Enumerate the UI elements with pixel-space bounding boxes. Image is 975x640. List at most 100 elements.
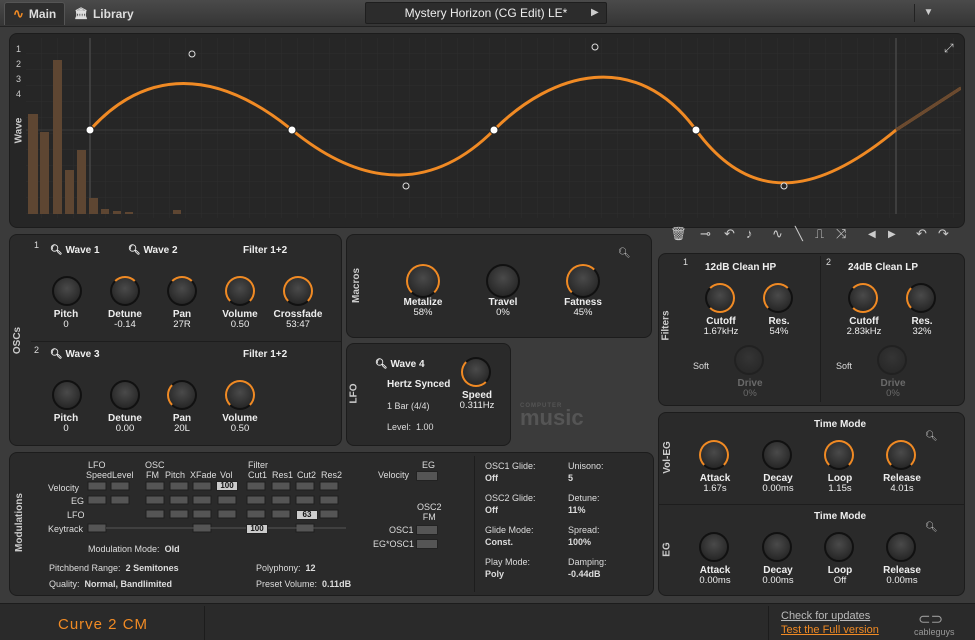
check-updates-link[interactable]: Check for updates — [781, 610, 870, 622]
eg-loop-knob-group[interactable] — [824, 532, 854, 562]
voleg-release-knob[interactable] — [886, 440, 916, 470]
preset-name-box[interactable]: Mystery Horizon (CG Edit) LE* — [365, 2, 607, 24]
eg-attack-knob-group[interactable] — [699, 532, 729, 562]
osc1-pitch-knob[interactable] — [52, 276, 82, 306]
lfo-speed-knob-group[interactable] — [461, 357, 491, 387]
filter2-soft[interactable]: Soft — [836, 361, 852, 371]
osc1-wave1-select[interactable]: 🔍︎ Wave 1 — [50, 245, 100, 256]
eg-decay-knob-group[interactable] — [762, 532, 792, 562]
preset-volume-row[interactable]: Preset Volume: 0.11dB — [256, 579, 351, 589]
filter2-res-knob-group[interactable] — [906, 283, 936, 313]
filter1-drive-knob[interactable] — [734, 345, 764, 375]
osc1-wave2-select[interactable]: 🔍︎ Wave 2 — [128, 245, 178, 256]
square-shape-icon[interactable]: ⎍ — [815, 226, 824, 242]
voleg-loop-knob-group[interactable] — [824, 440, 854, 470]
full-version-link[interactable]: Test the Full version — [781, 624, 879, 636]
macro-metalize-knob[interactable] — [406, 264, 440, 298]
filter1-cutoff-knob-group[interactable] — [705, 283, 735, 313]
mod-cell-osc1-fm[interactable] — [416, 525, 438, 535]
filter2-drive-knob-group[interactable] — [877, 345, 907, 375]
osc2-volume-knob[interactable] — [225, 380, 255, 410]
mod-cell-keytrack[interactable]: 100 — [246, 524, 268, 534]
osc1-volume-knob[interactable] — [225, 276, 255, 306]
menu-dropdown-icon[interactable]: ▼ — [914, 4, 942, 22]
trash-icon[interactable]: 🗑 — [670, 226, 687, 242]
osc2-volume-knob-group[interactable] — [221, 380, 259, 410]
tab-main[interactable]: ∿ Main — [4, 2, 66, 25]
unisono[interactable]: Unisono: 5 — [568, 460, 604, 484]
eg-release-knob-group[interactable] — [886, 532, 916, 562]
osc2-pan-knob-group[interactable] — [163, 380, 201, 410]
macro-travel-knob[interactable] — [486, 264, 520, 298]
osc2-pan-knob[interactable] — [167, 380, 197, 410]
sine-shape-icon[interactable]: ∿ — [772, 226, 783, 242]
filter2-res-knob[interactable] — [906, 283, 936, 313]
mod-mode-row[interactable]: Modulation Mode: Old — [88, 544, 180, 554]
filter2-cutoff-knob-group[interactable] — [848, 283, 878, 313]
search-icon[interactable]: 🔍︎ — [618, 248, 631, 259]
filter1-res-knob[interactable] — [763, 283, 793, 313]
curve-tool-icon[interactable]: ↶ — [724, 226, 735, 242]
quality-row[interactable]: Quality: Normal, Bandlimited — [49, 579, 172, 589]
filter2-cutoff-knob[interactable] — [848, 283, 878, 313]
osc2-detune-knob[interactable] — [110, 380, 140, 410]
lfo-speed-knob[interactable] — [461, 357, 491, 387]
macro-fatness-knob[interactable] — [566, 264, 600, 298]
osc2-glide[interactable]: OSC2 Glide: Off — [485, 492, 536, 516]
osc1-filter-routing[interactable]: Filter 1+2 — [243, 245, 287, 256]
play-mode[interactable]: Play Mode: Poly — [485, 556, 530, 580]
macro-travel-knob-group[interactable] — [486, 264, 520, 298]
damping[interactable]: Damping: -0.44dB — [568, 556, 607, 580]
lfo-level[interactable]: Level: 1.00 — [387, 422, 434, 432]
osc1-pitch-knob-group[interactable] — [48, 276, 86, 306]
shift-right-icon[interactable]: ▶ — [888, 229, 896, 240]
shift-left-icon[interactable]: ◀ — [868, 229, 876, 240]
mod-cell-egosc1-fm[interactable] — [416, 539, 438, 549]
filter2-type[interactable]: 24dB Clean LP — [848, 262, 918, 273]
eg-release-knob[interactable] — [886, 532, 916, 562]
macro-fatness-knob-group[interactable] — [566, 264, 600, 298]
eg-time-mode[interactable]: Time Mode — [814, 511, 866, 522]
eg-loop-knob[interactable] — [824, 532, 854, 562]
osc1-crossfade-knob-group[interactable] — [279, 276, 317, 306]
search-icon[interactable]: 🔍︎ — [925, 522, 938, 533]
filter1-drive-knob-group[interactable] — [734, 345, 764, 375]
filter1-cutoff-knob[interactable] — [705, 283, 735, 313]
random-icon[interactable]: ⤨ — [836, 226, 846, 242]
expand-icon[interactable]: ⤢ — [943, 41, 954, 55]
mod-cell-lfo-cut2[interactable]: 63 — [296, 510, 318, 520]
undo-icon[interactable]: ↶ — [916, 226, 927, 242]
lfo-bar-value[interactable]: 1 Bar (4/4) — [387, 401, 430, 411]
link-icon[interactable]: ⊸ — [700, 226, 711, 242]
osc1-volume-knob-group[interactable] — [221, 276, 259, 306]
voleg-release-knob-group[interactable] — [886, 440, 916, 470]
lfo-sync-mode[interactable]: Hertz Synced — [387, 379, 450, 390]
mod-cell-velocity-vol[interactable]: 100 — [216, 481, 238, 491]
voleg-decay-knob-group[interactable] — [762, 440, 792, 470]
osc2-wave-select[interactable]: 🔍︎ Wave 3 — [50, 349, 100, 360]
osc2-filter-routing[interactable]: Filter 1+2 — [243, 349, 287, 360]
osc1-detune-knob-group[interactable] — [106, 276, 144, 306]
filter1-res-knob-group[interactable] — [763, 283, 793, 313]
osc1-pan-knob-group[interactable] — [163, 276, 201, 306]
filter1-type[interactable]: 12dB Clean HP — [705, 262, 776, 273]
osc2-detune-knob-group[interactable] — [106, 380, 144, 410]
unison-spread[interactable]: Spread: 100% — [568, 524, 600, 548]
note-icon[interactable]: ♪ — [746, 226, 753, 241]
osc2-pitch-knob[interactable] — [52, 380, 82, 410]
lfo-wave-select[interactable]: 🔍︎ Wave 4 — [375, 359, 425, 370]
mod-cell-velocity-eg[interactable] — [416, 471, 438, 481]
search-icon[interactable]: 🔍︎ — [925, 431, 938, 442]
osc2-pitch-knob-group[interactable] — [48, 380, 86, 410]
unison-detune[interactable]: Detune: 11% — [568, 492, 600, 516]
pitchbend-row[interactable]: Pitchbend Range: 2 Semitones — [49, 563, 179, 573]
osc1-detune-knob[interactable] — [110, 276, 140, 306]
redo-icon[interactable]: ↷ — [938, 226, 949, 242]
osc1-pan-knob[interactable] — [167, 276, 197, 306]
filter1-soft[interactable]: Soft — [693, 361, 709, 371]
tab-library[interactable]: 🏛 Library — [66, 2, 142, 25]
voleg-decay-knob[interactable] — [762, 440, 792, 470]
voleg-loop-knob[interactable] — [824, 440, 854, 470]
osc1-glide[interactable]: OSC1 Glide: Off — [485, 460, 536, 484]
macro-metalize-knob-group[interactable] — [406, 264, 440, 298]
